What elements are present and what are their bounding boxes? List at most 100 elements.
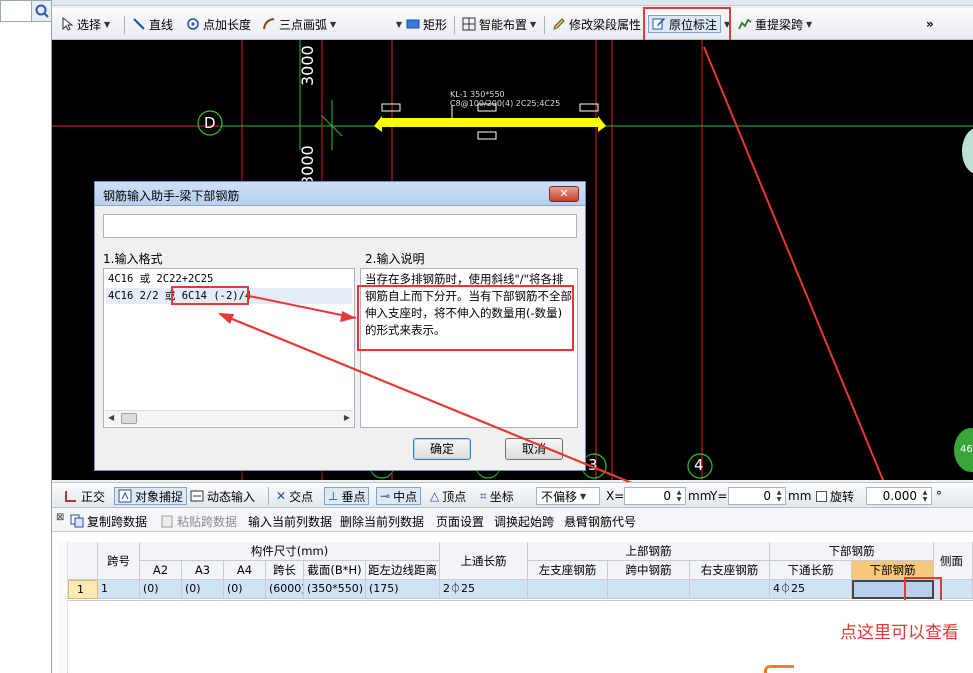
cell-a4[interactable]: (0) bbox=[224, 580, 266, 599]
x-input[interactable]: 0 ▲ ▼ bbox=[624, 487, 686, 505]
table-row[interactable]: 1 (0) (0) (0) (6000) (350*550) (175) 2⏀2… bbox=[98, 580, 973, 599]
y-unit: mm bbox=[788, 489, 812, 503]
modify-span-label: 修改梁段属性 bbox=[569, 17, 642, 32]
cell-span-len[interactable]: (6000) bbox=[266, 580, 304, 599]
input-col-button[interactable]: 输入当前列数据 bbox=[248, 513, 332, 529]
three-arc-label: 三点画弧 bbox=[279, 17, 328, 32]
snap-toolbar: 正交 对象捕捉 动态输入 ✕ 交点 ⊥ 垂点 ⊸ 中点 △ 顶点 ⌗ 坐标 不偏… bbox=[52, 482, 973, 508]
modify-span-tool[interactable]: 修改梁段属性 bbox=[552, 15, 641, 33]
arc-dropdown[interactable]: ▼ bbox=[352, 15, 402, 33]
offset-select[interactable]: 不偏移 ▼ bbox=[536, 487, 600, 505]
rotate-input[interactable]: 0.000 ▲ ▼ bbox=[866, 487, 932, 505]
select-tool[interactable]: 选择 ▼ bbox=[60, 15, 110, 33]
beam-span-icon bbox=[738, 18, 752, 30]
left-search-box[interactable] bbox=[0, 0, 52, 22]
header-left-support: 左支座钢筋 bbox=[528, 561, 608, 580]
edit-icon bbox=[553, 18, 565, 30]
intersection-toggle[interactable]: ✕ 交点 bbox=[276, 487, 313, 505]
header-section: 截面(B*H) bbox=[304, 561, 366, 580]
cell-bottom-through[interactable]: 4⏀25 bbox=[770, 580, 852, 599]
cell-dist-left[interactable]: (175) bbox=[366, 580, 440, 599]
page-setup-button[interactable]: 页面设置 bbox=[436, 513, 484, 529]
intersection-icon: ✕ bbox=[276, 489, 287, 503]
copy-icon bbox=[70, 514, 84, 528]
left-panel bbox=[0, 0, 52, 673]
header-top-through: 上通长筋 bbox=[440, 542, 528, 580]
paste-span-label: 粘贴跨数据 bbox=[177, 514, 238, 529]
swap-start-button[interactable]: 调换起始跨 bbox=[494, 513, 554, 529]
header-member-size: 构件尺寸(mm) bbox=[140, 542, 440, 561]
description-label: 2.输入说明 bbox=[365, 252, 425, 266]
point-length-tool[interactable]: 点加长度 bbox=[186, 15, 251, 33]
dynamic-input-label: 动态输入 bbox=[207, 489, 256, 504]
copy-span-label: 复制跨数据 bbox=[87, 514, 148, 529]
vertex-toggle[interactable]: △ 顶点 bbox=[430, 487, 466, 505]
rotate-checkbox[interactable] bbox=[816, 490, 827, 502]
header-side: 侧面 bbox=[934, 542, 973, 580]
header-mid-span: 跨中钢筋 bbox=[608, 561, 690, 580]
table-gutter bbox=[58, 542, 68, 673]
axis-3-label: 3 bbox=[588, 456, 598, 474]
point-length-label: 点加长度 bbox=[203, 17, 252, 32]
scroll-left-icon[interactable]: ◀ bbox=[108, 413, 114, 422]
cantilever-button[interactable]: 悬臂钢筋代号 bbox=[564, 513, 636, 529]
midpoint-icon: ⊸ bbox=[380, 489, 391, 503]
delete-col-button[interactable]: 删除当前列数据 bbox=[340, 513, 424, 529]
cell-right-support[interactable] bbox=[690, 580, 770, 599]
copy-span-button[interactable]: 复制跨数据 bbox=[70, 513, 147, 529]
beam-label: KL-1 350*550 C8@100/200(4) 2C25;4C25 bbox=[450, 90, 560, 108]
dynamic-input-toggle[interactable]: 动态输入 bbox=[190, 487, 255, 505]
arc-icon bbox=[263, 18, 275, 30]
orange-corner-mark bbox=[764, 665, 794, 673]
cell-span[interactable]: 1 bbox=[98, 580, 140, 599]
smart-layout-tool[interactable]: 智能布置 ▼ bbox=[462, 15, 536, 33]
rotate-label: 旋转 bbox=[830, 489, 855, 504]
header-bottom-through: 下通长筋 bbox=[770, 561, 852, 580]
cell-a3[interactable]: (0) bbox=[182, 580, 224, 599]
cancel-button[interactable]: 取消 bbox=[505, 438, 563, 460]
intersection-label: 交点 bbox=[289, 489, 314, 504]
y-spinner[interactable]: ▲ ▼ bbox=[774, 489, 784, 503]
cell-section[interactable]: (350*550) bbox=[304, 580, 366, 599]
x-value: 0 bbox=[663, 489, 671, 503]
line-tool[interactable]: 直线 bbox=[132, 15, 173, 33]
orthogonal-toggle[interactable]: 正交 bbox=[64, 487, 105, 505]
search-icon[interactable] bbox=[31, 1, 51, 21]
rotate-spinner[interactable]: ▲ ▼ bbox=[920, 489, 930, 503]
scroll-right-icon[interactable]: ▶ bbox=[344, 413, 350, 422]
format-item[interactable]: 4C16 或 2C22+2C25 bbox=[106, 271, 352, 287]
drawing-toolbar: 选择 ▼ 直线 点加长度 三点画弧 ▼ ▼ 矩形 智能布置 ▼ 修改梁段属性 原位标注… bbox=[52, 8, 973, 40]
x-spinner[interactable]: ▲ ▼ bbox=[674, 489, 684, 503]
cell-left-support[interactable] bbox=[528, 580, 608, 599]
re-extract-tool[interactable]: 重提梁跨 ▼ bbox=[738, 15, 812, 33]
highlight-format-item bbox=[171, 286, 249, 305]
smart-layout-label: 智能布置 bbox=[479, 17, 528, 32]
cell-a2[interactable]: (0) bbox=[140, 580, 182, 599]
cell-mid-span[interactable] bbox=[608, 580, 690, 599]
dialog-close-button[interactable]: ✕ bbox=[549, 186, 579, 202]
paste-span-button[interactable]: 粘贴跨数据 bbox=[160, 513, 237, 529]
y-input[interactable]: 0 ▲ ▼ bbox=[728, 487, 786, 505]
row-index[interactable]: 1 bbox=[68, 580, 98, 599]
header-top-rebar: 上部钢筋 bbox=[528, 542, 770, 561]
orthogonal-icon bbox=[65, 491, 76, 502]
rebar-input-field[interactable] bbox=[103, 214, 577, 238]
coordinate-toggle[interactable]: ⌗ 坐标 bbox=[480, 487, 514, 505]
snap-toggle[interactable]: 对象捕捉 bbox=[114, 487, 188, 505]
perpendicular-toggle[interactable]: ⊥ 垂点 bbox=[324, 487, 370, 505]
rect-tool[interactable]: 矩形 bbox=[406, 15, 447, 33]
dialog-titlebar[interactable]: 钢筋输入助手-梁下部钢筋 ✕ bbox=[95, 182, 585, 206]
coordinate-icon: ⌗ bbox=[480, 488, 487, 503]
scroll-thumb[interactable] bbox=[121, 413, 137, 424]
cell-top-through[interactable]: 2⏀25 bbox=[440, 580, 528, 599]
format-label: 1.输入格式 bbox=[103, 252, 163, 266]
rotate-toggle[interactable]: 旋转 bbox=[816, 487, 854, 505]
three-arc-tool[interactable]: 三点画弧 ▼ bbox=[262, 15, 336, 33]
midpoint-toggle[interactable]: ⊸ 中点 bbox=[376, 487, 422, 505]
ok-button[interactable]: 确定 bbox=[413, 438, 471, 460]
toolbar-overflow-button[interactable]: » bbox=[926, 15, 934, 33]
format-list-scrollbar[interactable]: ◀ ▶ bbox=[105, 410, 353, 426]
close-panel-icon[interactable]: ⊠ bbox=[56, 512, 64, 523]
perpendicular-icon: ⊥ bbox=[328, 489, 339, 503]
coordinate-label: 坐标 bbox=[489, 489, 514, 504]
